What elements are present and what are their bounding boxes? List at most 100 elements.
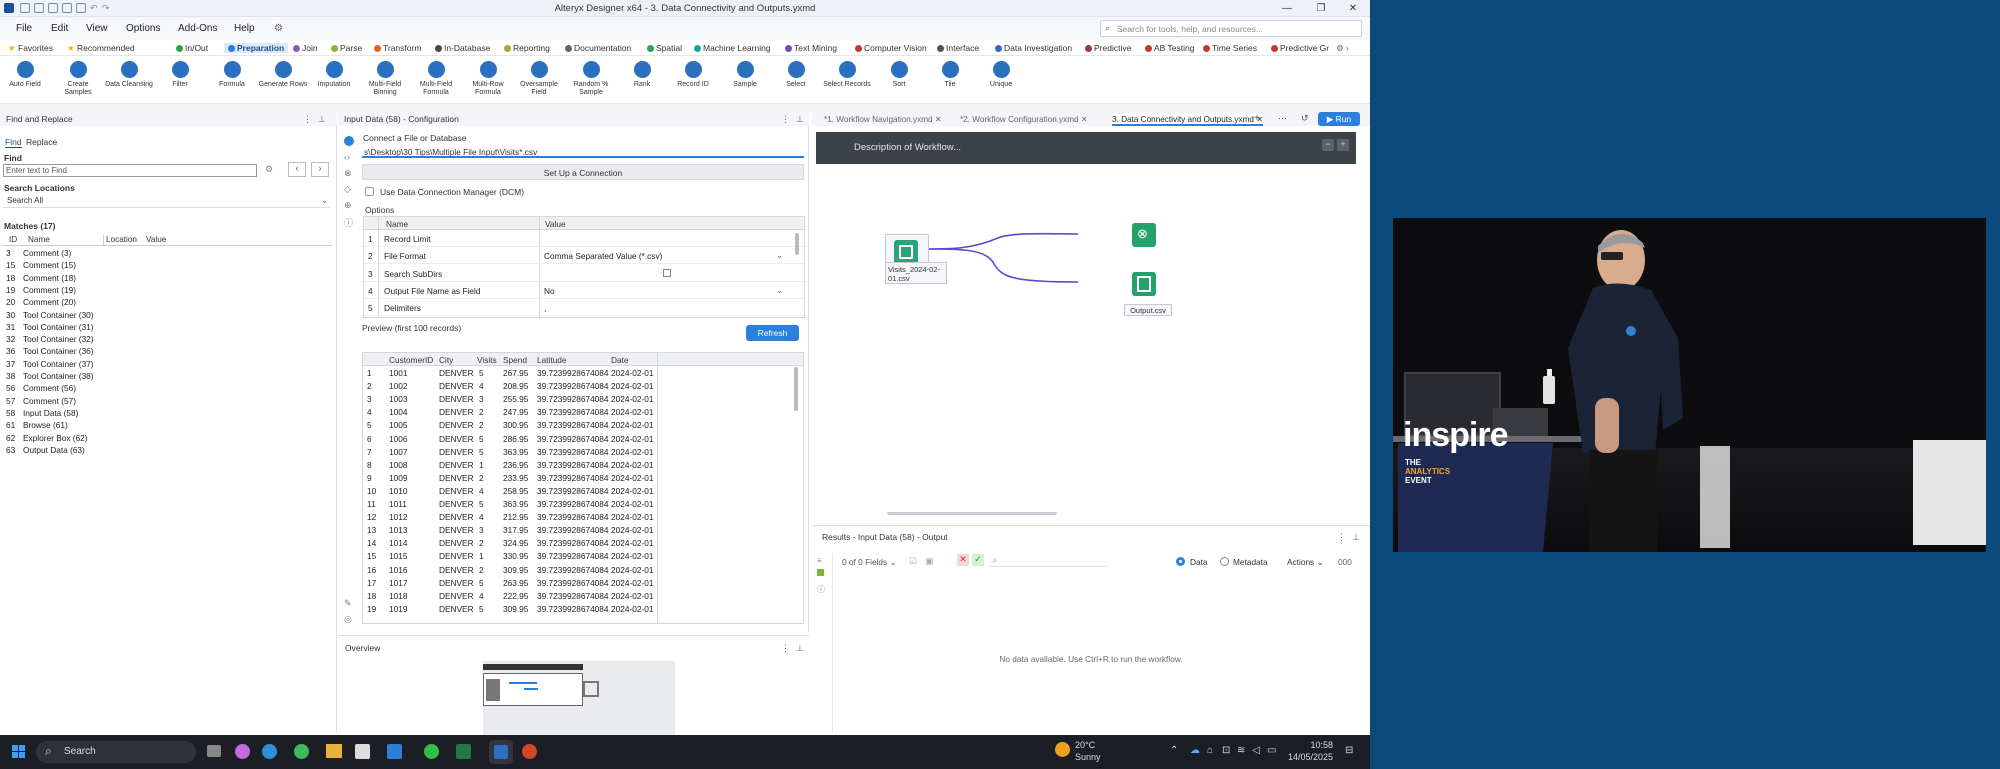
tray-chevron-icon[interactable]: ⌃ — [1170, 745, 1178, 756]
tool-multi-field-formula[interactable]: Multi-Field Formula — [411, 61, 461, 97]
edit-icon[interactable]: ✎ — [344, 598, 352, 609]
alteryx-taskbar-button[interactable] — [489, 740, 513, 764]
match-row[interactable]: 58 Input Data (58) — [0, 408, 330, 420]
windows-start-icon[interactable] — [12, 745, 26, 759]
match-row[interactable]: 31 Tool Container (31) — [0, 322, 330, 334]
find-options-icon[interactable]: ⚙ — [265, 164, 273, 175]
match-row[interactable]: 63 Output Data (63) — [0, 445, 330, 457]
tab-recommended[interactable]: ★ Recommended — [67, 43, 135, 54]
task-view-icon[interactable] — [207, 745, 221, 757]
tool-formula[interactable]: Formula — [207, 61, 257, 89]
menu-view[interactable]: View — [86, 23, 108, 34]
find-previous-button[interactable]: ‹ — [288, 162, 306, 177]
match-row[interactable]: 36 Tool Container (36) — [0, 346, 330, 358]
match-row[interactable]: 32 Tool Container (32) — [0, 334, 330, 346]
tool-select[interactable]: Select — [771, 61, 821, 89]
tool-record-id[interactable]: Record ID — [668, 61, 718, 89]
tab-predictive[interactable]: Predictive — [1085, 43, 1131, 53]
option-value[interactable]: Comma Separated Value (*.csv) — [544, 251, 662, 261]
confirm-icon[interactable]: ✓ — [972, 554, 984, 566]
tool-generate-rows[interactable]: Generate Rows — [258, 61, 308, 89]
tab-parse[interactable]: Parse — [331, 43, 362, 53]
cancel-icon[interactable]: ✕ — [957, 554, 969, 566]
tab-join[interactable]: Join — [293, 43, 318, 53]
tab-machine-learning[interactable]: Machine Learning — [694, 43, 771, 53]
chevron-down-icon[interactable]: ⌄ — [776, 250, 783, 260]
tool-select-records[interactable]: Select Records — [822, 61, 872, 89]
whatsapp-icon[interactable] — [424, 744, 439, 759]
browse-node[interactable]: ⊗ — [1132, 223, 1156, 247]
notepad-icon[interactable] — [387, 744, 402, 759]
edge-icon[interactable] — [262, 744, 277, 759]
option-row[interactable]: 4 Output File Name as Field No ⌄ — [364, 283, 804, 299]
minimize-button[interactable]: — — [1272, 2, 1302, 15]
tab-favorites[interactable]: ★ Favorites — [8, 43, 53, 54]
option-value[interactable]: , — [544, 303, 546, 313]
tab-time-series[interactable]: Time Series — [1203, 43, 1257, 53]
list-icon[interactable]: ≡ — [817, 556, 822, 565]
menu-options[interactable]: Options — [126, 23, 160, 34]
menu-edit[interactable]: Edit — [51, 23, 68, 34]
find-input[interactable]: Enter text to Find — [3, 164, 257, 177]
refresh-button[interactable]: Refresh — [746, 325, 799, 341]
option-row[interactable]: 3 Search SubDirs — [364, 266, 804, 282]
onedrive-icon[interactable]: ☁ — [1190, 745, 1200, 756]
connection-icon[interactable]: ⊗ — [344, 168, 352, 179]
more-icon[interactable]: 000 — [1338, 557, 1352, 567]
pin-icon[interactable]: ⊥ — [796, 643, 804, 654]
results-search-input[interactable] — [988, 553, 1108, 567]
excel-icon[interactable] — [456, 744, 471, 759]
taskbar-search[interactable]: ⌕ Search — [36, 741, 196, 763]
tool-tile[interactable]: Tile — [925, 61, 975, 89]
more-options-icon[interactable]: ⋮ — [781, 643, 790, 654]
metadata-radio[interactable] — [1220, 557, 1229, 566]
network-icon[interactable]: ⌂ — [1207, 745, 1213, 756]
option-row[interactable]: 5 Delimiters, — [364, 300, 804, 317]
tab-data-investigation[interactable]: Data Investigation — [995, 43, 1072, 53]
option-row[interactable]: 1 Record Limit — [364, 231, 804, 247]
tool-data-cleansing[interactable]: Data Cleansing — [104, 61, 154, 89]
tab-documentation[interactable]: Documentation — [565, 43, 631, 53]
match-row[interactable]: 15 Comment (15) — [0, 260, 330, 272]
match-row[interactable]: 3 Comment (3) — [0, 248, 330, 260]
tab-interface[interactable]: Interface — [937, 43, 979, 53]
copilot-icon[interactable] — [235, 744, 250, 759]
menu-file[interactable]: File — [16, 23, 32, 34]
match-row[interactable]: 19 Comment (19) — [0, 285, 330, 297]
pin-icon[interactable]: ⊥ — [1352, 532, 1360, 543]
tool-multi-row-formula[interactable]: Multi-Row Formula — [463, 61, 513, 97]
more-options-icon[interactable]: ⋮ — [1337, 532, 1346, 543]
dcm-checkbox[interactable] — [365, 187, 374, 196]
settings-gear-icon[interactable]: ⚙ — [274, 23, 283, 34]
menu-help[interactable]: Help — [234, 23, 255, 34]
canvas-h-scrollbar[interactable] — [887, 512, 1057, 515]
actions-dropdown[interactable]: Actions ⌄ — [1287, 557, 1323, 567]
match-row[interactable]: 62 Explorer Box (62) — [0, 433, 330, 445]
maximize-button[interactable]: ❐ — [1306, 2, 1336, 15]
tab-replace[interactable]: Replace — [26, 137, 57, 147]
match-row[interactable]: 20 Comment (20) — [0, 297, 330, 309]
tool-create-samples[interactable]: Create Samples — [53, 61, 103, 97]
match-row[interactable]: 30 Tool Container (30) — [0, 310, 330, 322]
overview-minimap[interactable] — [483, 661, 675, 735]
global-search-input[interactable]: ⌕ Search for tools, help, and resources.… — [1100, 20, 1362, 37]
tab-reporting[interactable]: Reporting — [504, 43, 550, 53]
search-locations-select[interactable]: Search All ⌄ — [3, 195, 331, 208]
match-row[interactable]: 37 Tool Container (37) — [0, 359, 330, 371]
tab-predictive-grouping[interactable]: Predictive Gr — [1271, 43, 1329, 53]
copy-fields-icon[interactable]: ▣ — [925, 556, 934, 567]
tab-text-mining[interactable]: Text Mining — [785, 43, 837, 53]
chrome-icon[interactable] — [294, 744, 309, 759]
match-row[interactable]: 56 Comment (56) — [0, 383, 330, 395]
tool-filter[interactable]: Filter — [155, 61, 205, 89]
more-options-icon[interactable]: ⋮ — [781, 114, 790, 125]
battery-icon[interactable]: ▭ — [1267, 745, 1276, 756]
menu-addons[interactable]: Add-Ons — [178, 23, 217, 34]
store-icon[interactable] — [355, 744, 370, 759]
configuration-icon[interactable] — [344, 136, 354, 146]
tool-sort[interactable]: Sort — [874, 61, 924, 89]
vpn-icon[interactable]: ⊡ — [1222, 745, 1230, 756]
powerpoint-icon[interactable] — [522, 744, 537, 759]
tab-transform[interactable]: Transform — [374, 43, 421, 53]
match-row[interactable]: 61 Browse (61) — [0, 420, 330, 432]
